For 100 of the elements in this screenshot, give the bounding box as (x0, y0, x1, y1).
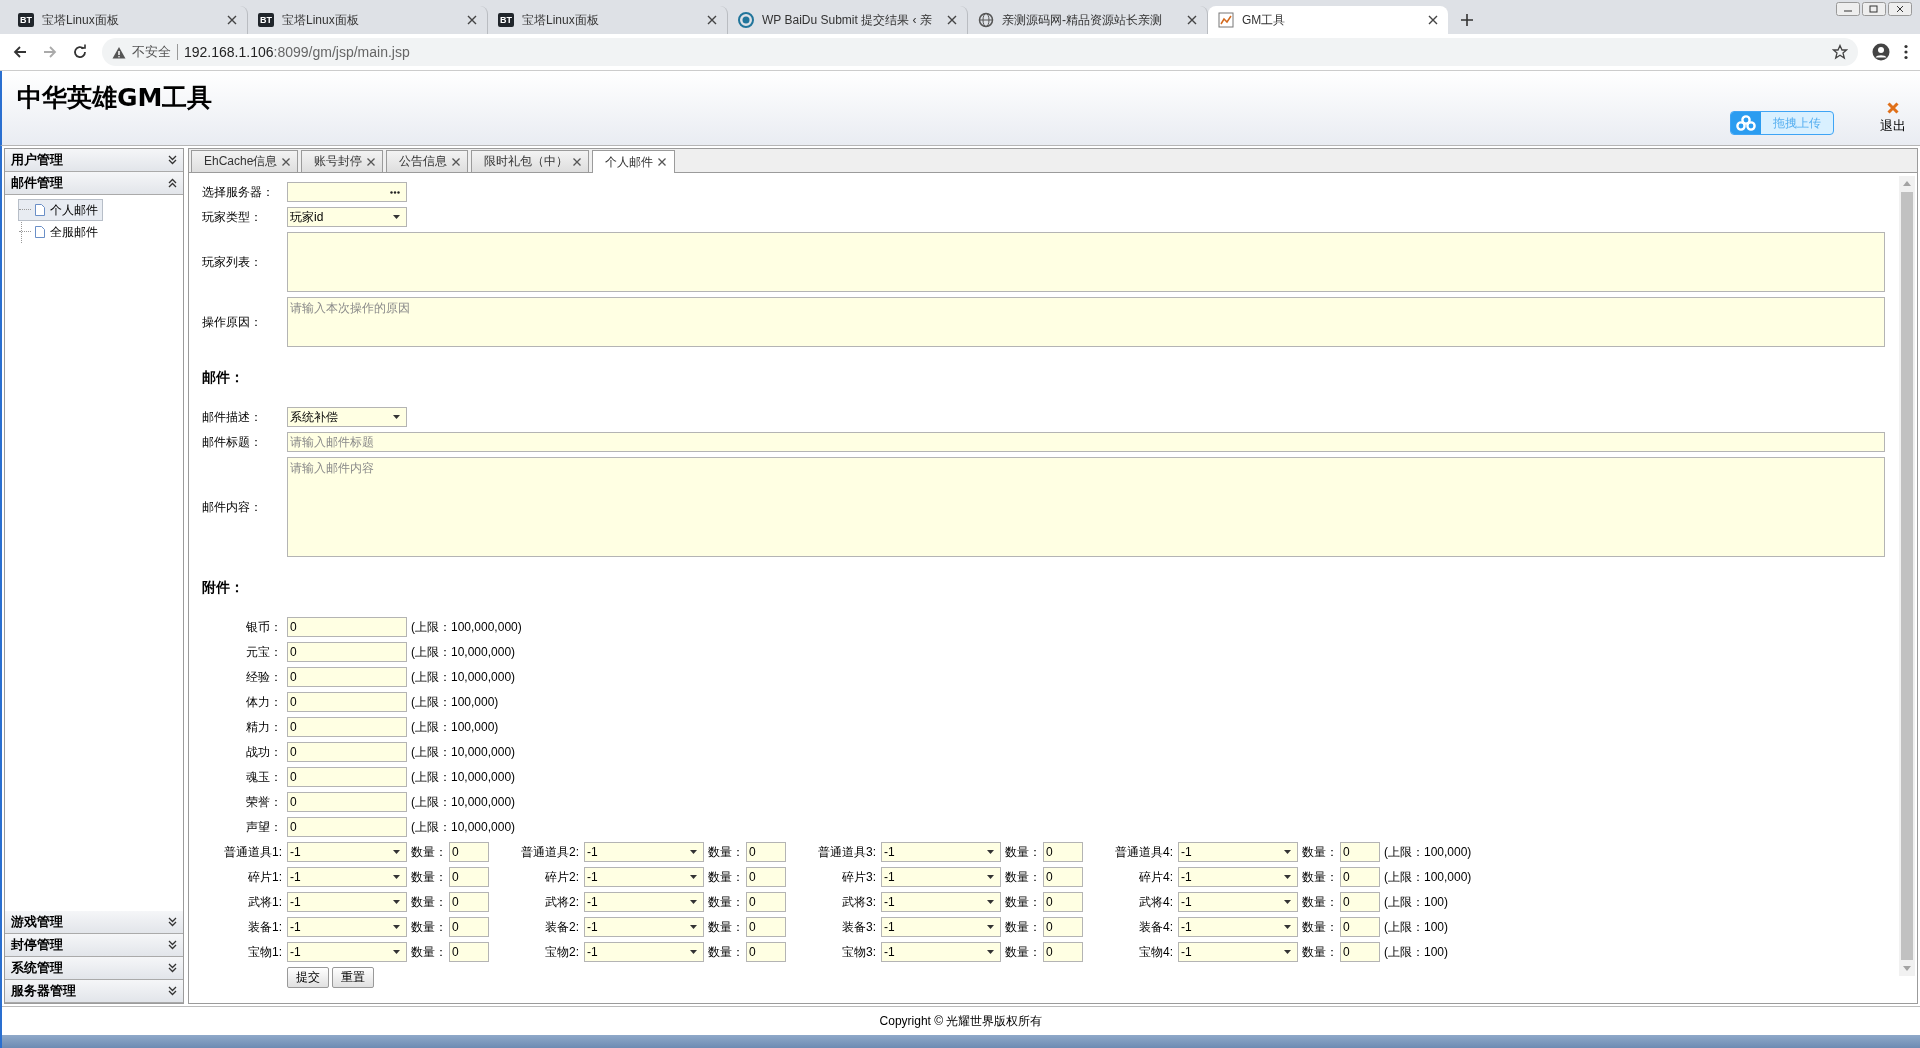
input-field[interactable]: 0 (1043, 842, 1083, 862)
input-field[interactable]: 0 (287, 692, 407, 712)
input-field[interactable]: 0 (287, 617, 407, 637)
form-button[interactable]: 提交 (287, 967, 329, 988)
dropdown[interactable]: -1 (584, 867, 704, 887)
scrollbar[interactable] (1899, 176, 1915, 976)
close-icon[interactable] (227, 15, 237, 25)
dropdown[interactable]: -1 (881, 892, 1001, 912)
input-field[interactable]: 0 (449, 917, 489, 937)
tree-item[interactable]: 个人邮件 (18, 199, 103, 221)
page-icon (35, 226, 45, 238)
input-field[interactable]: 0 (449, 842, 489, 862)
input-field[interactable]: 0 (1043, 917, 1083, 937)
close-icon[interactable] (452, 157, 461, 166)
input-field[interactable]: 0 (449, 867, 489, 887)
input-field[interactable]: 0 (1340, 842, 1380, 862)
dropdown[interactable]: -1 (287, 892, 407, 912)
dropdown[interactable]: -1 (1178, 942, 1298, 962)
dropdown[interactable]: -1 (584, 892, 704, 912)
input-field[interactable]: 0 (287, 817, 407, 837)
dropdown[interactable]: -1 (1178, 867, 1298, 887)
dropdown-caret-icon (1284, 850, 1291, 854)
section-header[interactable]: 用户管理 (5, 149, 183, 172)
section-header[interactable]: 邮件管理 (5, 172, 183, 195)
close-icon[interactable] (1888, 2, 1912, 16)
input-field[interactable]: 0 (287, 742, 407, 762)
input-field[interactable]: 0 (746, 842, 786, 862)
close-icon[interactable] (367, 157, 376, 166)
input-field[interactable]: 0 (746, 892, 786, 912)
form-button[interactable]: 重置 (332, 967, 374, 988)
new-tab-icon[interactable] (1460, 13, 1474, 27)
dropdown[interactable]: 玩家id (287, 207, 407, 227)
section-header[interactable]: 游戏管理 (5, 911, 183, 934)
section-header[interactable]: 服务器管理 (5, 980, 183, 1003)
section-header[interactable]: 系统管理 (5, 957, 183, 980)
dropdown[interactable]: 系统补偿 (287, 407, 407, 427)
logout-button[interactable]: 退出 (1880, 71, 1906, 135)
input-field[interactable]: 0 (287, 767, 407, 787)
account-icon[interactable] (1872, 43, 1890, 61)
dropdown[interactable]: -1 (287, 867, 407, 887)
input-field[interactable]: 0 (287, 792, 407, 812)
input-field[interactable]: 0 (746, 867, 786, 887)
dropdown[interactable]: -1 (287, 842, 407, 862)
address-bar[interactable]: 不安全 192.168.1.106:8099/gm/jsp/main.jsp (102, 38, 1858, 66)
dropdown[interactable]: -1 (881, 917, 1001, 937)
input-field[interactable]: 0 (1340, 942, 1380, 962)
minimize-icon[interactable] (1836, 2, 1860, 16)
input-field[interactable]: 0 (1340, 892, 1380, 912)
page-tab[interactable]: 公告信息 (386, 150, 469, 172)
input-field[interactable]: 0 (1340, 917, 1380, 937)
dropdown[interactable]: -1 (881, 842, 1001, 862)
input-field[interactable]: 0 (1043, 942, 1083, 962)
input-field[interactable]: 0 (287, 667, 407, 687)
page-tab[interactable]: 个人邮件 (592, 150, 676, 173)
input-field[interactable]: 0 (746, 917, 786, 937)
text-area[interactable]: 请输入邮件内容 (287, 457, 1885, 557)
dropdown[interactable]: -1 (287, 917, 407, 937)
input-field[interactable]: 0 (1043, 867, 1083, 887)
input-field[interactable]: 0 (1043, 892, 1083, 912)
section-header[interactable]: 封停管理 (5, 934, 183, 957)
input-field[interactable]: 0 (1340, 867, 1380, 887)
star-icon[interactable] (1832, 44, 1848, 60)
dropdown-caret-icon (393, 415, 400, 419)
close-icon[interactable] (467, 15, 477, 25)
dropdown[interactable]: -1 (584, 917, 704, 937)
dropdown[interactable]: -1 (881, 867, 1001, 887)
dropdown[interactable]: -1 (584, 942, 704, 962)
dropdown[interactable]: -1 (584, 842, 704, 862)
close-icon[interactable] (282, 157, 291, 166)
input-field[interactable]: 请输入邮件标题 (287, 432, 1885, 452)
close-icon[interactable] (1187, 15, 1197, 25)
close-icon[interactable] (947, 15, 957, 25)
menu-icon[interactable] (1904, 44, 1908, 60)
page-tab[interactable]: 账号封停 (301, 150, 384, 172)
page-tab[interactable]: EhCache信息 (191, 150, 299, 172)
reload-icon[interactable] (72, 44, 88, 60)
field-label: 邮件内容： (202, 498, 263, 516)
input-field[interactable]: 0 (287, 717, 407, 737)
dropdown[interactable]: -1 (881, 942, 1001, 962)
close-icon[interactable] (573, 157, 582, 166)
input-field[interactable]: 0 (746, 942, 786, 962)
input-field[interactable]: 0 (449, 892, 489, 912)
close-icon[interactable] (1428, 15, 1438, 25)
field-label: 战功： (245, 743, 283, 761)
dropdown[interactable]: -1 (1178, 892, 1298, 912)
field-label: 碎片3: (841, 868, 877, 886)
input-field[interactable]: 0 (287, 642, 407, 662)
text-area[interactable]: 请输入本次操作的原因 (287, 297, 1885, 347)
input-field[interactable]: 0 (449, 942, 489, 962)
dropdown[interactable]: -1 (287, 942, 407, 962)
dropdown[interactable]: -1 (1178, 842, 1298, 862)
expand-icon (168, 917, 177, 927)
page-tab[interactable]: 限时礼包（中） (471, 150, 590, 172)
back-icon[interactable] (12, 44, 28, 60)
field-label: 宝物2: (544, 943, 580, 961)
collapse-icon (168, 178, 177, 188)
close-icon[interactable] (658, 158, 667, 166)
browser-tab[interactable]: GM工具 (1208, 6, 1448, 34)
close-icon[interactable] (707, 15, 717, 25)
dropdown[interactable]: -1 (1178, 917, 1298, 937)
